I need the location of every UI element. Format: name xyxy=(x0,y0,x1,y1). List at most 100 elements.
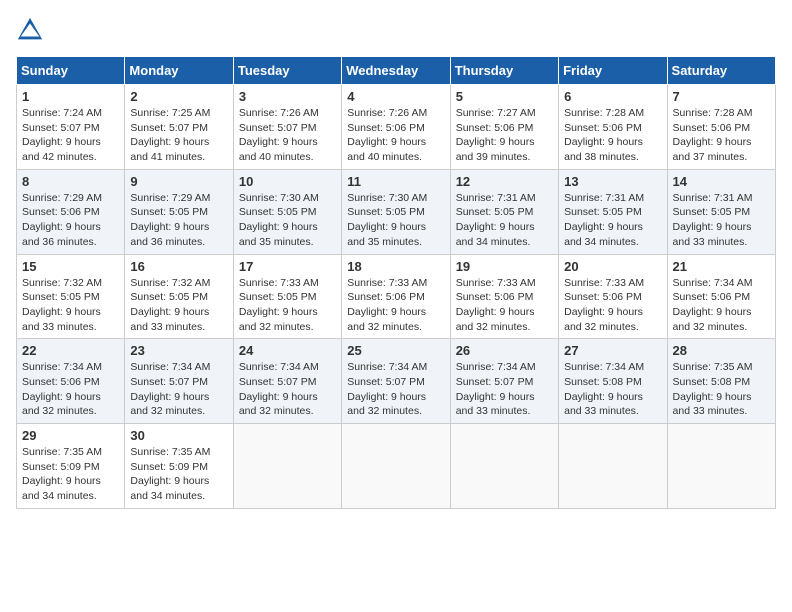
calendar-cell: 4 Sunrise: 7:26 AM Sunset: 5:06 PM Dayli… xyxy=(342,85,450,170)
calendar-cell xyxy=(342,424,450,509)
day-number: 30 xyxy=(130,428,227,443)
calendar-week-row: 8 Sunrise: 7:29 AM Sunset: 5:06 PM Dayli… xyxy=(17,169,776,254)
day-info: Sunrise: 7:31 AM Sunset: 5:05 PM Dayligh… xyxy=(456,191,553,250)
day-info: Sunrise: 7:34 AM Sunset: 5:07 PM Dayligh… xyxy=(130,360,227,419)
calendar-cell xyxy=(450,424,558,509)
day-info: Sunrise: 7:27 AM Sunset: 5:06 PM Dayligh… xyxy=(456,106,553,165)
day-info: Sunrise: 7:28 AM Sunset: 5:06 PM Dayligh… xyxy=(673,106,770,165)
day-info: Sunrise: 7:34 AM Sunset: 5:07 PM Dayligh… xyxy=(239,360,336,419)
day-number: 25 xyxy=(347,343,444,358)
day-info: Sunrise: 7:34 AM Sunset: 5:07 PM Dayligh… xyxy=(347,360,444,419)
day-info: Sunrise: 7:30 AM Sunset: 5:05 PM Dayligh… xyxy=(239,191,336,250)
day-number: 9 xyxy=(130,174,227,189)
day-info: Sunrise: 7:34 AM Sunset: 5:06 PM Dayligh… xyxy=(673,276,770,335)
day-number: 17 xyxy=(239,259,336,274)
day-info: Sunrise: 7:32 AM Sunset: 5:05 PM Dayligh… xyxy=(22,276,119,335)
day-info: Sunrise: 7:35 AM Sunset: 5:09 PM Dayligh… xyxy=(130,445,227,504)
calendar-cell: 14 Sunrise: 7:31 AM Sunset: 5:05 PM Dayl… xyxy=(667,169,775,254)
calendar-cell: 30 Sunrise: 7:35 AM Sunset: 5:09 PM Dayl… xyxy=(125,424,233,509)
calendar-cell: 1 Sunrise: 7:24 AM Sunset: 5:07 PM Dayli… xyxy=(17,85,125,170)
day-info: Sunrise: 7:30 AM Sunset: 5:05 PM Dayligh… xyxy=(347,191,444,250)
day-number: 15 xyxy=(22,259,119,274)
day-number: 29 xyxy=(22,428,119,443)
calendar-week-row: 22 Sunrise: 7:34 AM Sunset: 5:06 PM Dayl… xyxy=(17,339,776,424)
header-saturday: Saturday xyxy=(667,57,775,85)
calendar-cell: 25 Sunrise: 7:34 AM Sunset: 5:07 PM Dayl… xyxy=(342,339,450,424)
calendar-cell: 3 Sunrise: 7:26 AM Sunset: 5:07 PM Dayli… xyxy=(233,85,341,170)
calendar-cell xyxy=(559,424,667,509)
day-number: 27 xyxy=(564,343,661,358)
calendar-cell: 10 Sunrise: 7:30 AM Sunset: 5:05 PM Dayl… xyxy=(233,169,341,254)
day-info: Sunrise: 7:33 AM Sunset: 5:06 PM Dayligh… xyxy=(456,276,553,335)
day-number: 23 xyxy=(130,343,227,358)
day-info: Sunrise: 7:25 AM Sunset: 5:07 PM Dayligh… xyxy=(130,106,227,165)
header xyxy=(16,16,776,44)
day-info: Sunrise: 7:29 AM Sunset: 5:06 PM Dayligh… xyxy=(22,191,119,250)
header-tuesday: Tuesday xyxy=(233,57,341,85)
day-number: 2 xyxy=(130,89,227,104)
calendar-cell: 17 Sunrise: 7:33 AM Sunset: 5:05 PM Dayl… xyxy=(233,254,341,339)
day-number: 19 xyxy=(456,259,553,274)
calendar-week-row: 1 Sunrise: 7:24 AM Sunset: 5:07 PM Dayli… xyxy=(17,85,776,170)
calendar-cell xyxy=(233,424,341,509)
day-number: 1 xyxy=(22,89,119,104)
day-number: 16 xyxy=(130,259,227,274)
calendar-cell: 29 Sunrise: 7:35 AM Sunset: 5:09 PM Dayl… xyxy=(17,424,125,509)
day-info: Sunrise: 7:34 AM Sunset: 5:06 PM Dayligh… xyxy=(22,360,119,419)
calendar-cell: 15 Sunrise: 7:32 AM Sunset: 5:05 PM Dayl… xyxy=(17,254,125,339)
calendar-cell: 5 Sunrise: 7:27 AM Sunset: 5:06 PM Dayli… xyxy=(450,85,558,170)
day-number: 22 xyxy=(22,343,119,358)
day-number: 28 xyxy=(673,343,770,358)
calendar-cell: 8 Sunrise: 7:29 AM Sunset: 5:06 PM Dayli… xyxy=(17,169,125,254)
calendar-cell: 11 Sunrise: 7:30 AM Sunset: 5:05 PM Dayl… xyxy=(342,169,450,254)
day-info: Sunrise: 7:33 AM Sunset: 5:06 PM Dayligh… xyxy=(347,276,444,335)
day-info: Sunrise: 7:35 AM Sunset: 5:09 PM Dayligh… xyxy=(22,445,119,504)
calendar-cell xyxy=(667,424,775,509)
calendar-cell: 9 Sunrise: 7:29 AM Sunset: 5:05 PM Dayli… xyxy=(125,169,233,254)
calendar-cell: 2 Sunrise: 7:25 AM Sunset: 5:07 PM Dayli… xyxy=(125,85,233,170)
calendar-cell: 28 Sunrise: 7:35 AM Sunset: 5:08 PM Dayl… xyxy=(667,339,775,424)
day-info: Sunrise: 7:35 AM Sunset: 5:08 PM Dayligh… xyxy=(673,360,770,419)
day-number: 14 xyxy=(673,174,770,189)
calendar-cell: 6 Sunrise: 7:28 AM Sunset: 5:06 PM Dayli… xyxy=(559,85,667,170)
day-number: 13 xyxy=(564,174,661,189)
day-number: 20 xyxy=(564,259,661,274)
day-number: 5 xyxy=(456,89,553,104)
calendar-cell: 22 Sunrise: 7:34 AM Sunset: 5:06 PM Dayl… xyxy=(17,339,125,424)
calendar-cell: 23 Sunrise: 7:34 AM Sunset: 5:07 PM Dayl… xyxy=(125,339,233,424)
calendar-table: Sunday Monday Tuesday Wednesday Thursday… xyxy=(16,56,776,509)
day-number: 24 xyxy=(239,343,336,358)
day-number: 10 xyxy=(239,174,336,189)
day-number: 6 xyxy=(564,89,661,104)
calendar-cell: 27 Sunrise: 7:34 AM Sunset: 5:08 PM Dayl… xyxy=(559,339,667,424)
calendar-cell: 16 Sunrise: 7:32 AM Sunset: 5:05 PM Dayl… xyxy=(125,254,233,339)
day-info: Sunrise: 7:31 AM Sunset: 5:05 PM Dayligh… xyxy=(564,191,661,250)
header-monday: Monday xyxy=(125,57,233,85)
logo-icon xyxy=(16,16,44,44)
header-thursday: Thursday xyxy=(450,57,558,85)
calendar-cell: 12 Sunrise: 7:31 AM Sunset: 5:05 PM Dayl… xyxy=(450,169,558,254)
day-info: Sunrise: 7:26 AM Sunset: 5:06 PM Dayligh… xyxy=(347,106,444,165)
day-number: 4 xyxy=(347,89,444,104)
day-info: Sunrise: 7:34 AM Sunset: 5:07 PM Dayligh… xyxy=(456,360,553,419)
calendar-cell: 21 Sunrise: 7:34 AM Sunset: 5:06 PM Dayl… xyxy=(667,254,775,339)
calendar-cell: 26 Sunrise: 7:34 AM Sunset: 5:07 PM Dayl… xyxy=(450,339,558,424)
calendar-cell: 7 Sunrise: 7:28 AM Sunset: 5:06 PM Dayli… xyxy=(667,85,775,170)
header-friday: Friday xyxy=(559,57,667,85)
day-info: Sunrise: 7:28 AM Sunset: 5:06 PM Dayligh… xyxy=(564,106,661,165)
calendar-cell: 13 Sunrise: 7:31 AM Sunset: 5:05 PM Dayl… xyxy=(559,169,667,254)
day-number: 21 xyxy=(673,259,770,274)
day-number: 26 xyxy=(456,343,553,358)
calendar-cell: 20 Sunrise: 7:33 AM Sunset: 5:06 PM Dayl… xyxy=(559,254,667,339)
weekday-header-row: Sunday Monday Tuesday Wednesday Thursday… xyxy=(17,57,776,85)
calendar-cell: 18 Sunrise: 7:33 AM Sunset: 5:06 PM Dayl… xyxy=(342,254,450,339)
day-info: Sunrise: 7:34 AM Sunset: 5:08 PM Dayligh… xyxy=(564,360,661,419)
calendar-cell: 19 Sunrise: 7:33 AM Sunset: 5:06 PM Dayl… xyxy=(450,254,558,339)
day-info: Sunrise: 7:24 AM Sunset: 5:07 PM Dayligh… xyxy=(22,106,119,165)
calendar-cell: 24 Sunrise: 7:34 AM Sunset: 5:07 PM Dayl… xyxy=(233,339,341,424)
day-info: Sunrise: 7:26 AM Sunset: 5:07 PM Dayligh… xyxy=(239,106,336,165)
day-info: Sunrise: 7:31 AM Sunset: 5:05 PM Dayligh… xyxy=(673,191,770,250)
header-sunday: Sunday xyxy=(17,57,125,85)
day-number: 3 xyxy=(239,89,336,104)
day-info: Sunrise: 7:32 AM Sunset: 5:05 PM Dayligh… xyxy=(130,276,227,335)
